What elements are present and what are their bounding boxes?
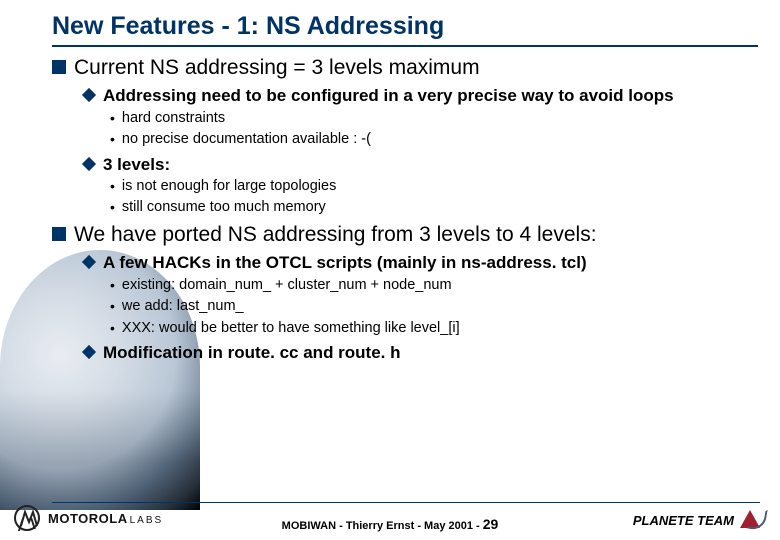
square-bullet-icon	[52, 227, 66, 241]
bullet-lvl3: • hard constraints	[110, 109, 758, 129]
footer-caption: MOBIWAN - Thierry Ernst - May 2001 -	[282, 520, 483, 532]
diamond-bullet-icon	[82, 88, 96, 102]
dot-bullet-icon: •	[110, 177, 115, 195]
motorola-logo-icon	[14, 505, 40, 531]
brand-name: MOTOROLA	[48, 511, 128, 526]
bullet-text: 3 levels:	[103, 154, 170, 175]
planete-logo-icon	[740, 508, 766, 532]
bullet-text: is not enough for large topologies	[122, 177, 336, 197]
bullet-text: hard constraints	[122, 109, 225, 129]
bullet-lvl3: • we add: last_num_	[110, 297, 758, 317]
dot-bullet-icon: •	[110, 130, 115, 148]
bullet-text: still consume too much memory	[122, 198, 326, 218]
dot-bullet-icon: •	[110, 109, 115, 127]
footer-brand: MOTOROLALABS	[48, 511, 163, 526]
bullet-text: Current NS addressing = 3 levels maximum	[74, 55, 480, 81]
dot-bullet-icon: •	[110, 198, 115, 216]
bullet-text: existing: domain_num_ + cluster_num + no…	[122, 276, 452, 296]
team-name: PLANETE TEAM	[633, 513, 734, 528]
bullet-text: Modification in route. cc and route. h	[103, 342, 401, 363]
bullet-lvl2: A few HACKs in the OTCL scripts (mainly …	[82, 252, 758, 273]
bullet-lvl2: Addressing need to be configured in a ve…	[82, 85, 758, 106]
bullet-lvl3: • still consume too much memory	[110, 198, 758, 218]
footer-center: MOBIWAN - Thierry Ernst - May 2001 - 29	[282, 516, 499, 532]
dot-bullet-icon: •	[110, 276, 115, 294]
bullet-lvl3: • no precise documentation available : -…	[110, 130, 758, 150]
bullet-lvl3: • existing: domain_num_ + cluster_num + …	[110, 276, 758, 296]
diamond-bullet-icon	[82, 345, 96, 359]
dot-bullet-icon: •	[110, 319, 115, 337]
slide-content: New Features - 1: NS Addressing Current …	[0, 0, 780, 363]
bullet-lvl2: Modification in route. cc and route. h	[82, 342, 758, 363]
bullet-text: we add: last_num_	[122, 297, 244, 317]
bullet-text: Addressing need to be configured in a ve…	[103, 85, 674, 106]
footer-divider	[52, 502, 760, 503]
bullet-text: We have ported NS addressing from 3 leve…	[74, 222, 597, 248]
bullet-text: no precise documentation available : -(	[122, 130, 371, 150]
diamond-bullet-icon	[82, 255, 96, 269]
diamond-bullet-icon	[82, 157, 96, 171]
page-number: 29	[483, 516, 499, 532]
slide-footer: MOTOROLALABS MOBIWAN - Thierry Ernst - M…	[0, 500, 780, 540]
bullet-lvl2: 3 levels:	[82, 154, 758, 175]
bullet-text: A few HACKs in the OTCL scripts (mainly …	[103, 252, 587, 273]
dot-bullet-icon: •	[110, 297, 115, 315]
bullet-lvl3: • is not enough for large topologies	[110, 177, 758, 197]
bullet-lvl1: Current NS addressing = 3 levels maximum	[52, 55, 758, 81]
slide-title: New Features - 1: NS Addressing	[52, 12, 758, 47]
bullet-lvl1: We have ported NS addressing from 3 leve…	[52, 222, 758, 248]
brand-suffix: LABS	[130, 515, 164, 526]
bullet-text: XXX: would be better to have something l…	[122, 319, 460, 339]
square-bullet-icon	[52, 60, 66, 74]
footer-right: PLANETE TEAM	[633, 508, 766, 532]
bullet-lvl3: • XXX: would be better to have something…	[110, 319, 758, 339]
